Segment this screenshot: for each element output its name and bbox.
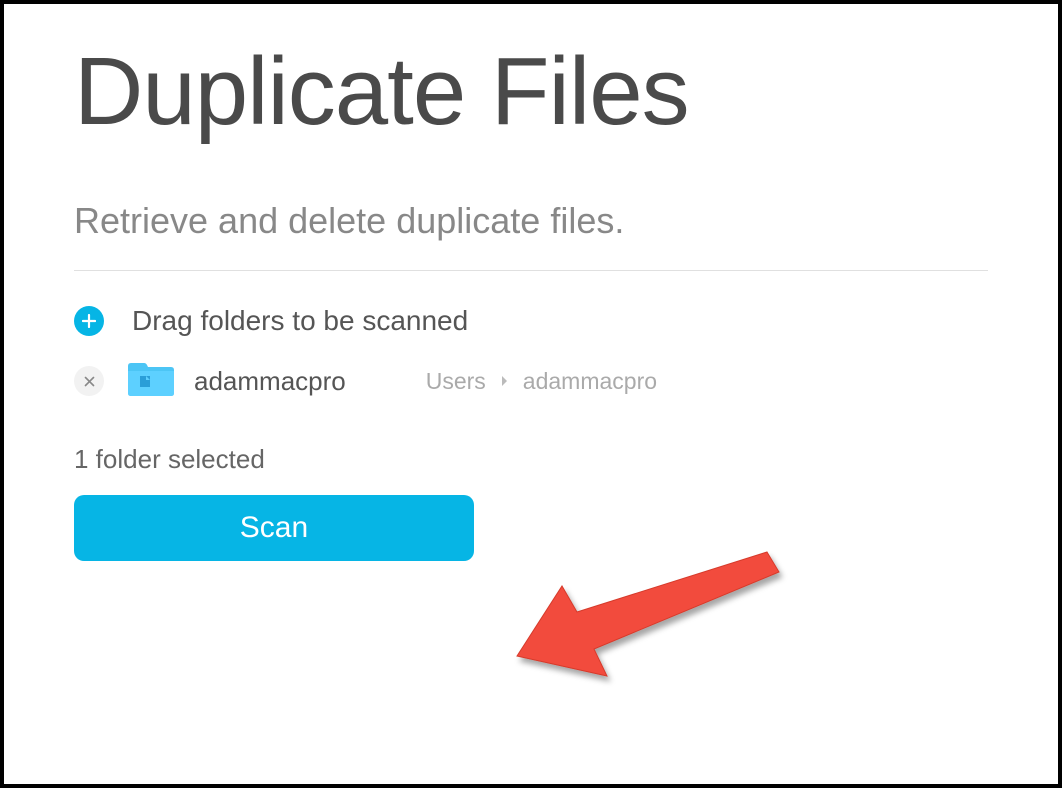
- plus-icon: [82, 314, 96, 328]
- close-icon: [84, 376, 95, 387]
- folder-item: adammacpro Users adammacpro: [74, 359, 988, 404]
- add-folder-button[interactable]: [74, 306, 104, 336]
- path-segment: Users: [426, 368, 486, 395]
- path-segment: adammacpro: [523, 368, 657, 395]
- page-subtitle: Retrieve and delete duplicate files.: [74, 200, 988, 242]
- selection-status: 1 folder selected: [74, 444, 988, 475]
- folder-name: adammacpro: [194, 366, 346, 397]
- scan-button[interactable]: Scan: [74, 495, 474, 561]
- folder-icon: [126, 359, 176, 404]
- chevron-right-icon: [500, 375, 509, 387]
- drag-folders-label: Drag folders to be scanned: [132, 305, 468, 337]
- remove-folder-button[interactable]: [74, 366, 104, 396]
- divider: [74, 270, 988, 271]
- page-title: Duplicate Files: [74, 39, 988, 145]
- drag-folders-row[interactable]: Drag folders to be scanned: [74, 305, 988, 337]
- arrow-annotation-icon: [499, 534, 789, 694]
